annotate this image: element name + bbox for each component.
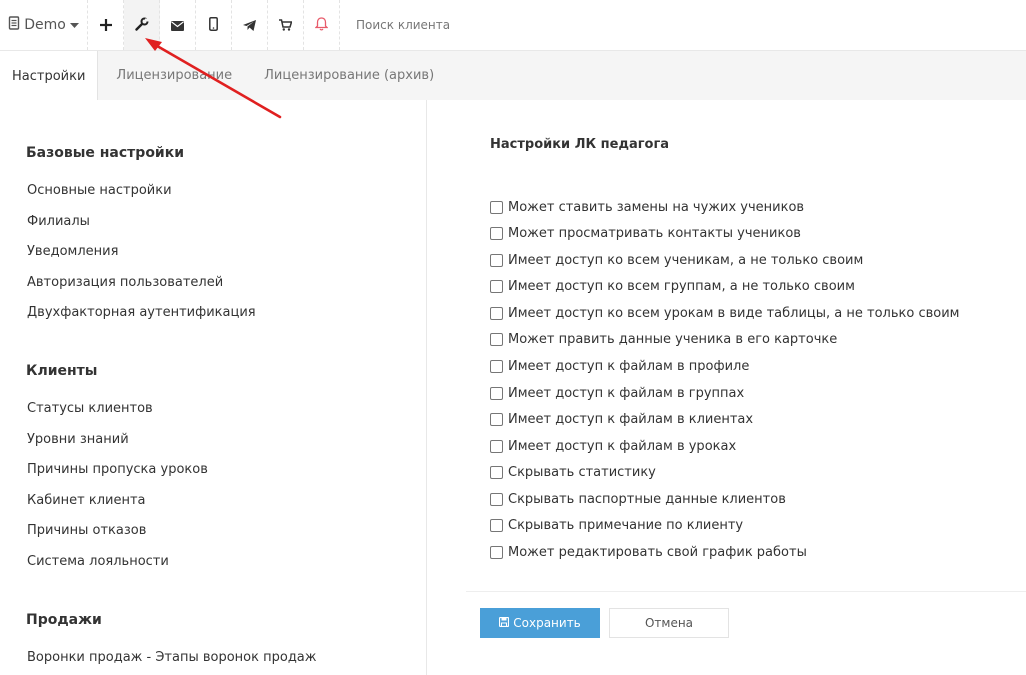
settings-button[interactable] — [124, 0, 160, 50]
checkbox-label: Имеет доступ к файлам в клиентах — [508, 412, 754, 427]
mobile-button[interactable] — [196, 0, 232, 50]
wrench-icon — [134, 16, 149, 35]
plus-icon — [99, 16, 112, 35]
demo-label: Demo — [24, 17, 66, 33]
sidebar-item-main-settings[interactable]: Основные настройки — [27, 183, 172, 198]
teacher-settings-panel: Настройки ЛК педагога Может ставить заме… — [428, 100, 1026, 675]
checkbox-label: Скрывать статистику — [508, 465, 656, 480]
sidebar-item-rejection-reasons[interactable]: Причины отказов — [27, 523, 146, 538]
checkbox[interactable] — [490, 254, 503, 267]
checkbox-label: Скрывать примечание по клиенту — [508, 518, 744, 533]
notifications-button[interactable] — [304, 0, 340, 50]
bell-icon — [314, 16, 329, 35]
tab-settings[interactable]: Настройки — [0, 51, 99, 101]
checkbox-row[interactable]: Имеет доступ к файлам в клиентах — [490, 412, 753, 427]
checkbox-row[interactable]: Имеет доступ ко всем ученикам, а не толь… — [490, 253, 863, 268]
checkbox-row[interactable]: Имеет доступ к файлам в группах — [490, 386, 744, 401]
checkbox-label: Имеет доступ ко всем группам, а не тольк… — [508, 279, 855, 294]
checkbox-label: Имеет доступ к файлам в уроках — [508, 439, 737, 454]
envelope-icon — [171, 16, 184, 35]
checkbox[interactable] — [490, 201, 503, 214]
cancel-button-label: Отмена — [644, 616, 694, 630]
cart-button[interactable] — [268, 0, 304, 50]
checkbox-row[interactable]: Может редактировать свой график работы — [490, 545, 807, 560]
section-title-sales: Продажи — [26, 612, 102, 628]
checkbox-label: Может править данные ученика в его карто… — [508, 332, 838, 347]
checkbox[interactable] — [490, 493, 503, 506]
checkbox-row[interactable]: Может ставить замены на чужих учеников — [490, 200, 804, 215]
checkbox[interactable] — [490, 519, 503, 532]
caret-down-icon — [69, 17, 79, 33]
sidebar-item-notifications[interactable]: Уведомления — [27, 244, 118, 259]
sidebar-item-absence-reasons[interactable]: Причины пропуска уроков — [27, 462, 208, 477]
add-button[interactable] — [88, 0, 124, 50]
sidebar-item-sales-funnels[interactable]: Воронки продаж - Этапы воронок продаж — [27, 650, 316, 665]
checkbox-label: Может редактировать свой график работы — [508, 545, 807, 560]
panel-title: Настройки ЛК педагога — [490, 137, 670, 152]
floppy-disk-icon — [499, 616, 510, 630]
demo-dropdown[interactable]: Demo — [0, 0, 88, 50]
tab-licensing[interactable]: Лицензирование — [98, 51, 244, 100]
checkbox-label: Может просматривать контакты учеников — [508, 226, 801, 241]
checkbox-row[interactable]: Скрывать статистику — [490, 465, 656, 480]
phone-icon — [209, 16, 218, 35]
sidebar-item-client-statuses[interactable]: Статусы клиентов — [27, 401, 153, 416]
checkbox[interactable] — [490, 440, 503, 453]
save-button-label: Сохранить — [513, 616, 581, 630]
client-search-input[interactable] — [340, 0, 580, 50]
checkbox[interactable] — [490, 280, 503, 293]
checkbox-label: Может ставить замены на чужих учеников — [508, 200, 805, 215]
sidebar-item-knowledge-levels[interactable]: Уровни знаний — [27, 432, 129, 447]
checkbox-label: Имеет доступ ко всем ученикам, а не толь… — [508, 253, 864, 268]
checkbox[interactable] — [490, 307, 503, 320]
sidebar-item-loyalty[interactable]: Система лояльности — [27, 554, 169, 569]
sidebar-item-branches[interactable]: Филиалы — [27, 214, 90, 229]
telegram-icon — [243, 16, 256, 35]
checkbox-row[interactable]: Имеет доступ ко всем группам, а не тольк… — [490, 279, 855, 294]
checkbox-label: Имеет доступ к файлам в группах — [508, 386, 745, 401]
checkbox-row[interactable]: Имеет доступ к файлам в профиле — [490, 359, 749, 374]
cart-icon — [279, 16, 293, 35]
save-button[interactable]: Сохранить — [480, 608, 600, 638]
sidebar-item-2fa[interactable]: Двухфакторная аутентификация — [27, 305, 256, 320]
checkbox[interactable] — [490, 466, 503, 479]
tab-bar: Настройки Лицензирование Лицензирование … — [0, 50, 1026, 101]
checkbox-label: Имеет доступ к файлам в профиле — [508, 359, 750, 374]
sidebar-item-client-cabinet[interactable]: Кабинет клиента — [27, 493, 146, 508]
checkbox-row[interactable]: Скрывать паспортные данные клиентов — [490, 492, 786, 507]
checkbox[interactable] — [490, 227, 503, 240]
checkbox[interactable] — [490, 360, 503, 373]
section-title-basic: Базовые настройки — [26, 145, 185, 161]
tab-licensing-archive[interactable]: Лицензирование (архив) — [244, 51, 446, 100]
checkbox-label: Имеет доступ ко всем урокам в виде табли… — [508, 306, 960, 321]
checkbox-row[interactable]: Имеет доступ ко всем урокам в виде табли… — [490, 306, 959, 321]
settings-sidebar: Базовые настройки Основные настройки Фил… — [0, 100, 427, 675]
checkbox[interactable] — [490, 387, 503, 400]
document-icon — [8, 16, 20, 34]
checkbox[interactable] — [490, 546, 503, 559]
checkbox-row[interactable]: Может править данные ученика в его карто… — [490, 332, 837, 347]
checkbox-label: Скрывать паспортные данные клиентов — [508, 492, 786, 507]
checkbox-row[interactable]: Имеет доступ к файлам в уроках — [490, 439, 736, 454]
checkbox-row[interactable]: Может просматривать контакты учеников — [490, 226, 801, 241]
top-toolbar: Demo — [0, 0, 1026, 50]
sidebar-item-user-auth[interactable]: Авторизация пользователей — [27, 275, 223, 290]
section-title-clients: Клиенты — [26, 363, 98, 379]
divider — [466, 591, 1026, 592]
checkbox[interactable] — [490, 413, 503, 426]
checkbox[interactable] — [490, 333, 503, 346]
telegram-button[interactable] — [232, 0, 268, 50]
mail-button[interactable] — [160, 0, 196, 50]
cancel-button[interactable]: Отмена — [609, 608, 729, 638]
checkbox-row[interactable]: Скрывать примечание по клиенту — [490, 518, 743, 533]
